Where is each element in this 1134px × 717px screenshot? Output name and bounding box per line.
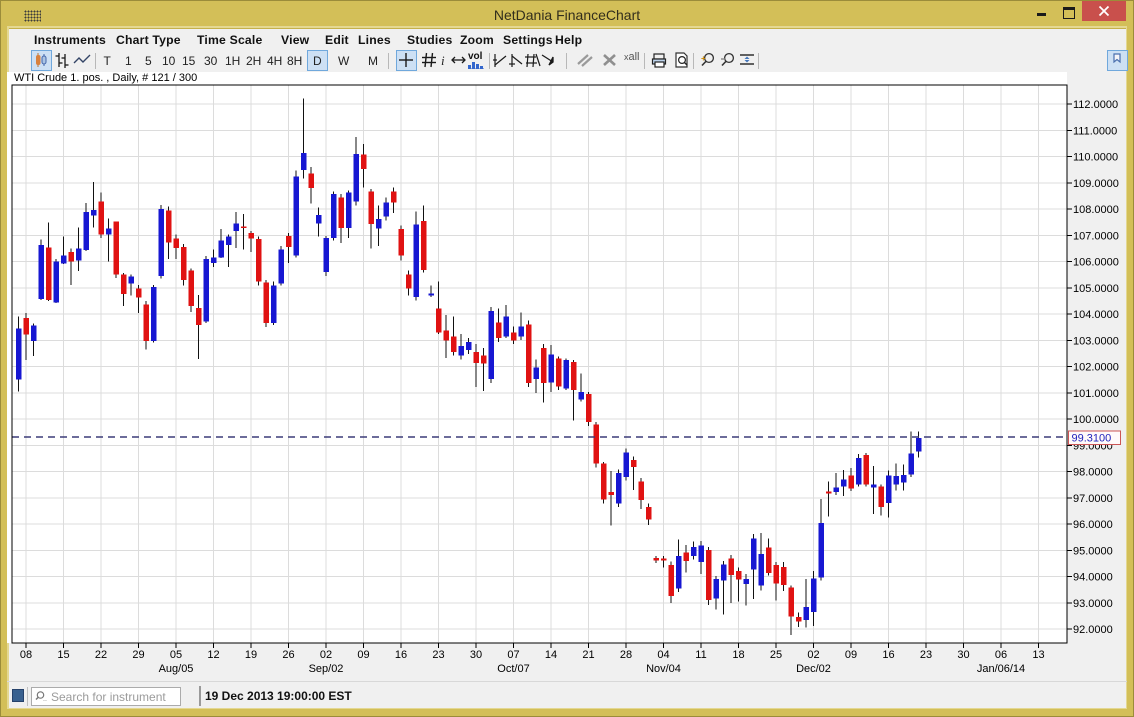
svg-text:99.3100: 99.3100: [1072, 433, 1112, 445]
svg-text:103.0000: 103.0000: [1073, 335, 1119, 347]
svg-text:11: 11: [695, 649, 706, 661]
svg-text:09: 09: [357, 649, 369, 661]
svg-text:23: 23: [432, 649, 444, 661]
svg-text:Aug/05: Aug/05: [159, 663, 194, 675]
svg-text:95.0000: 95.0000: [1073, 545, 1113, 557]
svg-text:102.0000: 102.0000: [1073, 362, 1119, 374]
svg-text:14: 14: [545, 649, 557, 661]
svg-text:09: 09: [845, 649, 857, 661]
svg-text:23: 23: [920, 649, 932, 661]
svg-text:106.0000: 106.0000: [1073, 257, 1119, 269]
svg-text:..: ..: [43, 696, 47, 702]
svg-text:107.0000: 107.0000: [1073, 230, 1119, 242]
svg-text:111.0000: 111.0000: [1073, 125, 1117, 137]
svg-text:110.0000: 110.0000: [1073, 152, 1118, 164]
svg-text:15: 15: [57, 649, 69, 661]
svg-text:Oct/07: Oct/07: [497, 663, 529, 675]
svg-text:13: 13: [1032, 649, 1044, 661]
svg-text:22: 22: [95, 649, 107, 661]
svg-text:100.0000: 100.0000: [1073, 414, 1119, 426]
svg-text:112.0000: 112.0000: [1073, 99, 1118, 111]
svg-text:02: 02: [807, 649, 819, 661]
svg-text:05: 05: [170, 649, 182, 661]
svg-text:16: 16: [395, 649, 407, 661]
svg-text:16: 16: [882, 649, 894, 661]
svg-text:109.0000: 109.0000: [1073, 178, 1119, 190]
svg-text:Dec/02: Dec/02: [796, 663, 831, 675]
svg-text:105.0000: 105.0000: [1073, 283, 1119, 295]
svg-text:02: 02: [320, 649, 332, 661]
svg-text:06: 06: [995, 649, 1007, 661]
svg-text:Sep/02: Sep/02: [309, 663, 344, 675]
svg-text:94.0000: 94.0000: [1073, 572, 1113, 584]
svg-text:21: 21: [582, 649, 594, 661]
svg-text:108.0000: 108.0000: [1073, 204, 1119, 216]
svg-text:93.0000: 93.0000: [1073, 598, 1113, 610]
svg-text:08: 08: [20, 649, 32, 661]
svg-text:18: 18: [732, 649, 744, 661]
svg-text:12: 12: [207, 649, 219, 661]
svg-text:29: 29: [132, 649, 144, 661]
svg-text:30: 30: [470, 649, 482, 661]
svg-text:28: 28: [620, 649, 632, 661]
svg-text:Nov/04: Nov/04: [646, 663, 681, 675]
svg-text:96.0000: 96.0000: [1073, 519, 1113, 531]
svg-text:26: 26: [282, 649, 294, 661]
svg-text:19: 19: [245, 649, 257, 661]
svg-text:07: 07: [507, 649, 519, 661]
svg-text:98.0000: 98.0000: [1073, 467, 1113, 479]
svg-text:92.0000: 92.0000: [1073, 624, 1113, 636]
svg-text:97.0000: 97.0000: [1073, 493, 1113, 505]
svg-text:30: 30: [957, 649, 969, 661]
svg-text:25: 25: [770, 649, 782, 661]
svg-text:Jan/06/14: Jan/06/14: [977, 663, 1025, 675]
svg-text:104.0000: 104.0000: [1073, 309, 1119, 321]
svg-text:04: 04: [657, 649, 669, 661]
svg-text:101.0000: 101.0000: [1073, 388, 1119, 400]
